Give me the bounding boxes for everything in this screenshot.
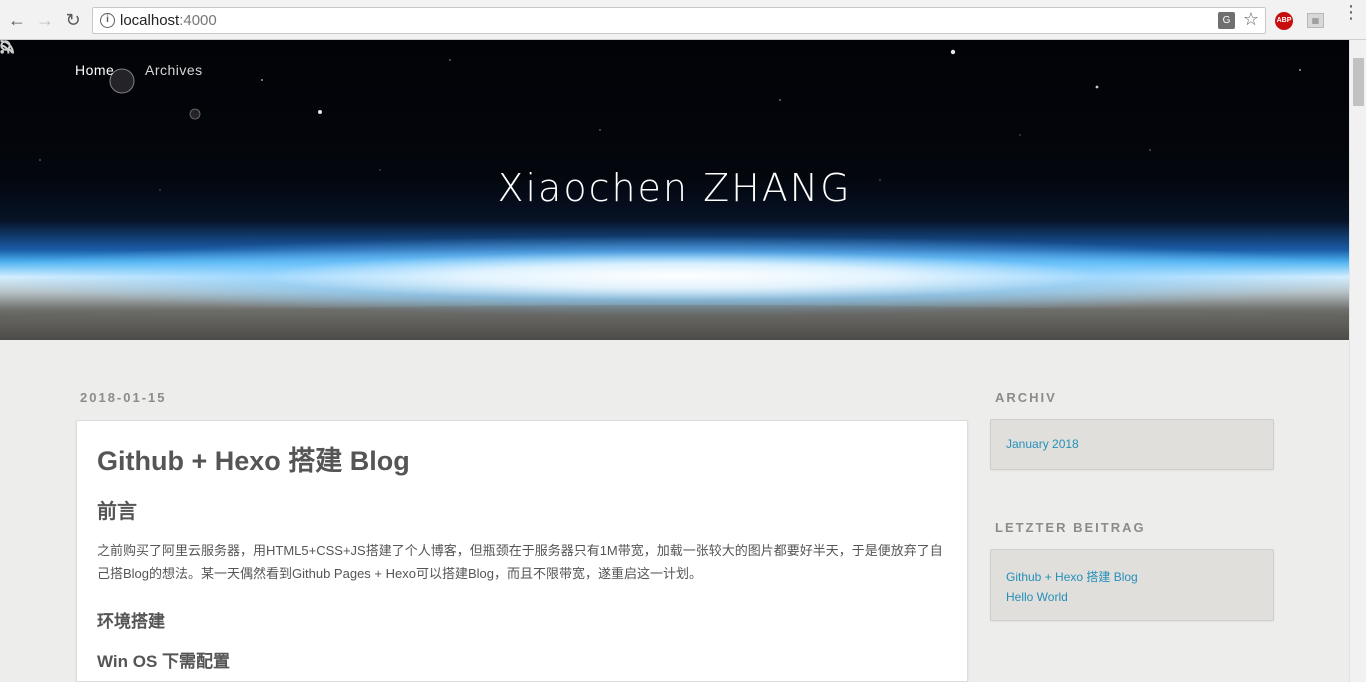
browser-toolbar: ← → ↻ i localhost:4000 G ☆ ABP ▦ ⋮ [0,0,1366,40]
search-icon[interactable] [0,40,14,54]
section-heading: 前言 [97,501,137,523]
recent-posts-widget: Github + Hexo 搭建 Blog Hello World [990,549,1274,621]
address-url[interactable]: localhost:4000 [120,12,217,29]
header-banner: Home Archives Xiaochen ZHANG [0,40,1349,340]
extension-icon[interactable]: ▦ [1307,13,1324,28]
bookmark-star-icon[interactable]: ☆ [1243,9,1259,30]
archive-widget: January 2018 [990,419,1274,470]
info-icon[interactable]: i [100,13,115,28]
adblock-plus-icon[interactable]: ABP [1275,12,1293,30]
nav-archives-link[interactable]: Archives [145,62,203,78]
back-arrow-icon[interactable]: ← [6,9,28,31]
page-scrollbar[interactable] [1349,40,1366,682]
url-port: :4000 [179,12,217,29]
forward-arrow-icon[interactable]: → [34,9,56,31]
recent-post-link[interactable]: Github + Hexo 搭建 Blog [1006,567,1258,587]
archive-link-january-2018[interactable]: January 2018 [1006,434,1258,454]
nav-home-link[interactable]: Home [75,62,114,78]
post-paragraph: 之前购买了阿里云服务器，用HTML5+CSS+JS搭建了个人博客，但瓶颈在于服务… [97,543,943,581]
reload-icon[interactable]: ↻ [62,9,84,31]
subheading-env: 环境搭建 [97,612,165,631]
url-host: localhost [120,12,180,29]
scrollbar-thumb[interactable] [1353,58,1364,106]
browser-menu-icon[interactable]: ⋮ [1342,3,1360,21]
site-title[interactable]: Xiaochen ZHANG [0,166,1349,210]
post-title[interactable]: Github + Hexo 搭建 Blog [97,439,410,478]
post-date[interactable]: 2018-01-15 [80,390,167,405]
recent-post-link[interactable]: Hello World [1006,587,1258,607]
address-bar[interactable]: i localhost:4000 G ☆ [92,7,1266,34]
subheading-win: Win OS 下需配置 [97,652,231,671]
recent-posts-widget-title: LETZTER BEITRAG [995,520,1146,535]
archive-widget-title: ARCHIV [995,390,1057,405]
translate-icon[interactable]: G [1218,12,1235,29]
post-article: Github + Hexo 搭建 Blog 前言 之前购买了阿里云服务器，用HT… [76,420,968,682]
